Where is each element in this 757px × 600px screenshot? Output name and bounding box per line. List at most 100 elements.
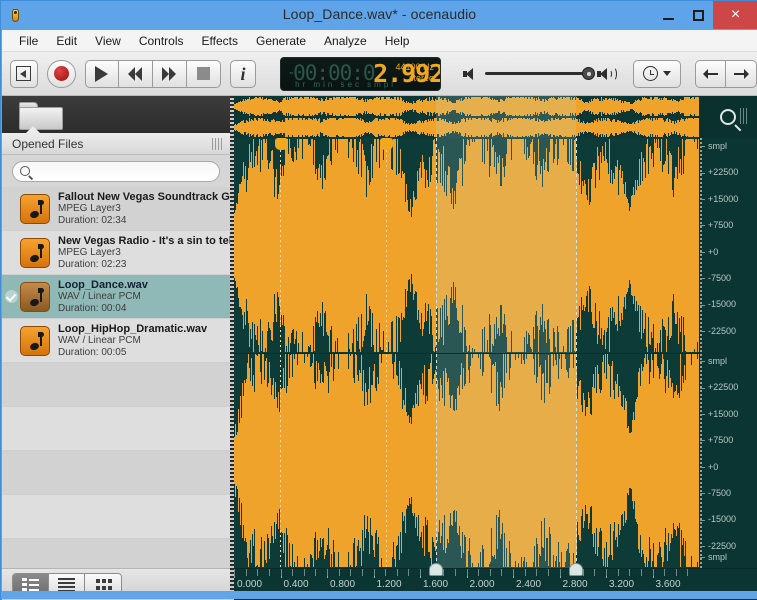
menu-effects[interactable]: Effects xyxy=(193,32,247,50)
time-tick-minor xyxy=(583,569,584,576)
waveform-area[interactable]: smpl+22500+15000+7500+0-7500-15000-22500… xyxy=(234,96,757,600)
waveform-canvas[interactable] xyxy=(234,138,699,568)
list-item-empty xyxy=(2,451,230,495)
time-tick-label: 2.400 xyxy=(516,579,541,590)
file-name: New Vegas Radio - It's a sin to tell ... xyxy=(58,235,230,247)
sidebar: Opened Files Fallout New Vegas Soundtrac… xyxy=(2,96,230,600)
file-format: WAV / Linear PCM xyxy=(58,335,230,347)
application-window: Loop_Dance.wav* - ocenaudio × File Edit … xyxy=(0,0,757,600)
opened-files-header: Opened Files xyxy=(2,133,230,155)
title-bar[interactable]: Loop_Dance.wav* - ocenaudio × xyxy=(1,1,757,30)
menu-edit[interactable]: Edit xyxy=(47,32,86,50)
nav-forward-button[interactable] xyxy=(726,60,757,88)
info-button[interactable]: i xyxy=(230,60,256,88)
time-tick-minor xyxy=(467,569,468,576)
list-item-empty xyxy=(2,495,230,539)
menu-analyze[interactable]: Analyze xyxy=(315,32,376,50)
file-name: Loop_HipHop_Dramatic.wav xyxy=(58,323,230,335)
volume-slider[interactable] xyxy=(485,72,589,75)
time-tick-minor xyxy=(641,569,642,576)
time-tick-minor xyxy=(362,569,363,576)
fast-forward-icon xyxy=(162,67,176,81)
zoom-grip-icon[interactable] xyxy=(740,108,749,124)
list-item[interactable]: New Vegas Radio - It's a sin to tell ...… xyxy=(2,231,230,275)
window-controls: × xyxy=(653,1,757,29)
magnifier-icon xyxy=(720,109,736,125)
list-item-selected[interactable]: Loop_Dance.wav WAV / Linear PCM Duration… xyxy=(2,275,230,319)
go-to-start-button[interactable] xyxy=(10,60,38,88)
time-tick-minor xyxy=(594,569,595,576)
stop-button[interactable] xyxy=(187,60,221,88)
play-button[interactable] xyxy=(85,60,119,88)
microphone-icon xyxy=(7,7,25,25)
volume-control[interactable] xyxy=(463,67,611,81)
arrow-right-icon xyxy=(733,69,749,79)
file-meta: Loop_HipHop_Dramatic.wav WAV / Linear PC… xyxy=(58,323,230,359)
time-tick-minor xyxy=(292,569,293,576)
maximize-button[interactable] xyxy=(683,1,713,29)
rewind-button[interactable] xyxy=(119,60,153,88)
arrow-left-icon xyxy=(703,69,719,79)
search-input[interactable] xyxy=(35,165,219,177)
audio-format-label: 44100 Hz stereo xyxy=(395,62,434,84)
time-format-button[interactable] xyxy=(633,60,681,88)
time-tick-label: 0.000 xyxy=(237,579,262,590)
record-button[interactable] xyxy=(47,60,76,88)
menu-generate[interactable]: Generate xyxy=(247,32,315,50)
time-tick-minor xyxy=(385,569,386,576)
file-format: WAV / Linear PCM xyxy=(58,291,230,303)
amplitude-tick-label: smpl xyxy=(700,552,727,562)
amplitude-tick-label: smpl xyxy=(700,356,727,366)
amplitude-tick-label: +0 xyxy=(700,247,718,257)
rewind-icon xyxy=(128,67,142,81)
selection-end-handle[interactable] xyxy=(569,563,583,576)
amplitude-tick-label: -7500 xyxy=(700,488,731,498)
search-box[interactable] xyxy=(12,161,220,182)
time-tick-minor xyxy=(408,569,409,576)
amplitude-tick-label: -7500 xyxy=(700,273,731,283)
time-tick-label: 3.600 xyxy=(656,579,681,590)
volume-slider-knob[interactable] xyxy=(582,67,595,80)
amplitude-tick-label: +0 xyxy=(700,462,718,472)
info-icon: i xyxy=(241,65,246,83)
file-list[interactable]: Fallout New Vegas Soundtrack Gu... MPEG … xyxy=(2,187,230,600)
opened-files-title: Opened Files xyxy=(12,137,83,151)
time-format-dropdown[interactable] xyxy=(633,60,681,88)
file-duration: Duration: 02:23 xyxy=(58,259,230,271)
time-tick-minor xyxy=(420,569,421,576)
menu-file[interactable]: File xyxy=(10,32,47,50)
selection-start-handle[interactable] xyxy=(429,563,443,576)
menu-help[interactable]: Help xyxy=(376,32,419,50)
nav-back-button[interactable] xyxy=(695,60,726,88)
overview-selection-region[interactable] xyxy=(436,96,576,138)
zoom-tool[interactable] xyxy=(699,96,757,138)
amplitude-tick-label: -22500 xyxy=(700,326,736,336)
time-tick-minor xyxy=(304,569,305,576)
time-tick-label: 3.200 xyxy=(609,579,634,590)
time-tick-label: 1.200 xyxy=(377,579,402,590)
menu-controls[interactable]: Controls xyxy=(130,32,193,50)
list-item[interactable]: Fallout New Vegas Soundtrack Gu... MPEG … xyxy=(2,187,230,231)
time-tick-minor xyxy=(257,569,258,576)
time-tick-label: 2.800 xyxy=(563,579,588,590)
close-button[interactable]: × xyxy=(713,1,757,29)
menu-view[interactable]: View xyxy=(86,32,130,50)
marker-line xyxy=(386,150,387,568)
list-item[interactable]: Loop_HipHop_Dramatic.wav WAV / Linear PC… xyxy=(2,319,230,363)
time-tick-minor xyxy=(501,569,502,576)
play-icon xyxy=(95,66,108,82)
time-tick-minor xyxy=(246,569,247,576)
waveform-overview[interactable] xyxy=(234,96,699,138)
clock-icon xyxy=(643,66,658,81)
search-icon xyxy=(20,166,30,176)
panel-grip-icon[interactable] xyxy=(212,138,222,150)
time-display[interactable]: - 00:00:0 2.992 hr min sec smpl 44100 Hz… xyxy=(280,57,441,91)
time-tick-minor xyxy=(606,569,607,576)
list-view-icon xyxy=(58,578,75,591)
amplitude-tick-label: smpl xyxy=(700,141,727,151)
file-name: Loop_Dance.wav xyxy=(58,279,230,291)
time-tick-label: 2.000 xyxy=(470,579,495,590)
fast-forward-button[interactable] xyxy=(153,60,187,88)
marker-flag-icon xyxy=(275,138,288,150)
minimize-button[interactable] xyxy=(653,1,683,29)
